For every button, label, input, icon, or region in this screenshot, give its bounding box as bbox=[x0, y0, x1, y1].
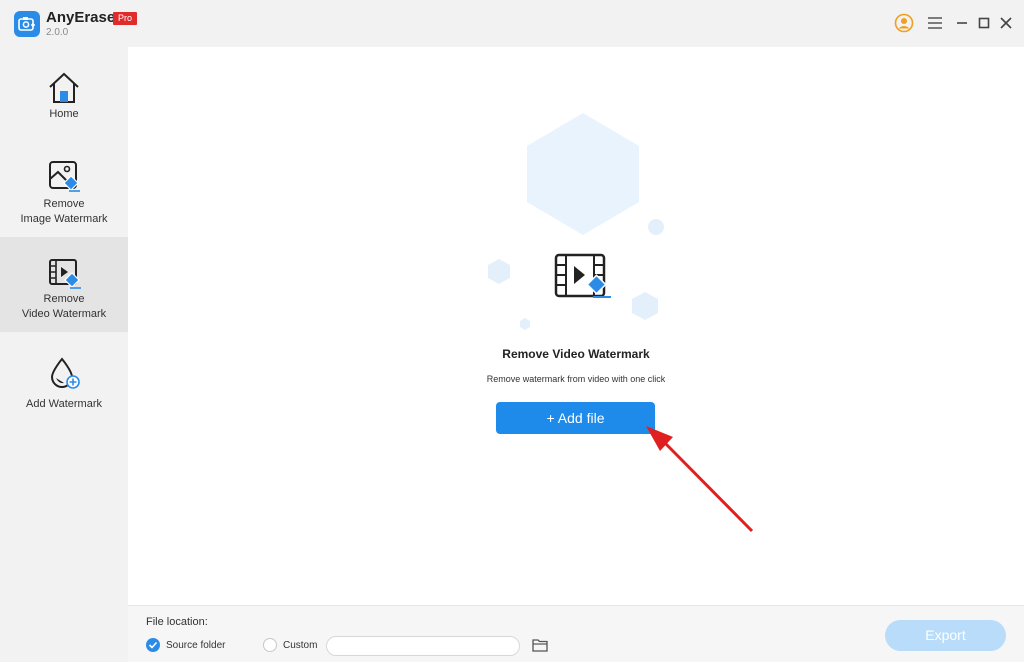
custom-path-field[interactable] bbox=[326, 636, 520, 656]
custom-radio[interactable] bbox=[263, 638, 277, 652]
page-title: Remove Video Watermark bbox=[502, 347, 650, 361]
sidebar-item-remove-video-watermark[interactable]: Remove Video Watermark bbox=[0, 237, 128, 332]
image-eraser-icon bbox=[47, 159, 81, 193]
account-icon[interactable] bbox=[894, 13, 914, 33]
app-window: AnyErase 2.0.0 Pro Home Remove Image Wat… bbox=[0, 0, 1024, 662]
file-location-label: File location: bbox=[146, 616, 208, 628]
app-version: 2.0.0 bbox=[46, 27, 69, 38]
source-folder-radio[interactable] bbox=[146, 638, 160, 652]
sidebar-item-label: Video Watermark bbox=[21, 308, 107, 320]
sidebar-item-label: Add Watermark bbox=[25, 398, 102, 410]
drop-add-icon bbox=[47, 356, 81, 390]
sidebar-item-label: Remove bbox=[43, 198, 85, 210]
app-name: AnyErase bbox=[46, 9, 116, 26]
add-file-button[interactable]: + Add file bbox=[496, 402, 655, 434]
source-folder-label: Source folder bbox=[166, 640, 226, 651]
sidebar-item-add-watermark[interactable]: Add Watermark bbox=[0, 332, 128, 427]
video-eraser-icon bbox=[553, 252, 613, 302]
check-icon bbox=[148, 641, 158, 649]
pro-badge: Pro bbox=[113, 12, 138, 25]
sidebar-item-label: Remove bbox=[43, 293, 85, 305]
folder-icon[interactable] bbox=[532, 638, 548, 652]
sidebar: Home Remove Image Watermark Remove Video… bbox=[0, 47, 128, 662]
bottom-bar: File location: Source folder Custom Expo… bbox=[128, 605, 1024, 662]
sidebar-item-remove-image-watermark[interactable]: Remove Image Watermark bbox=[0, 142, 128, 237]
sidebar-item-label: Home bbox=[49, 108, 79, 120]
page-subtitle: Remove watermark from video with one cli… bbox=[486, 374, 666, 384]
close-icon[interactable] bbox=[996, 13, 1016, 33]
sidebar-item-label: Image Watermark bbox=[20, 213, 108, 225]
menu-icon[interactable] bbox=[925, 13, 945, 33]
minimize-icon[interactable] bbox=[952, 13, 972, 33]
title-bar: AnyErase 2.0.0 Pro bbox=[0, 0, 1024, 47]
video-eraser-icon bbox=[47, 256, 81, 290]
app-logo-icon bbox=[14, 11, 40, 37]
export-button[interactable]: Export bbox=[885, 620, 1006, 651]
sidebar-item-home[interactable]: Home bbox=[0, 47, 128, 142]
maximize-icon[interactable] bbox=[974, 13, 994, 33]
main-panel: Remove Video Watermark Remove watermark … bbox=[128, 47, 1024, 605]
custom-label: Custom bbox=[283, 640, 318, 651]
home-icon bbox=[47, 71, 81, 105]
